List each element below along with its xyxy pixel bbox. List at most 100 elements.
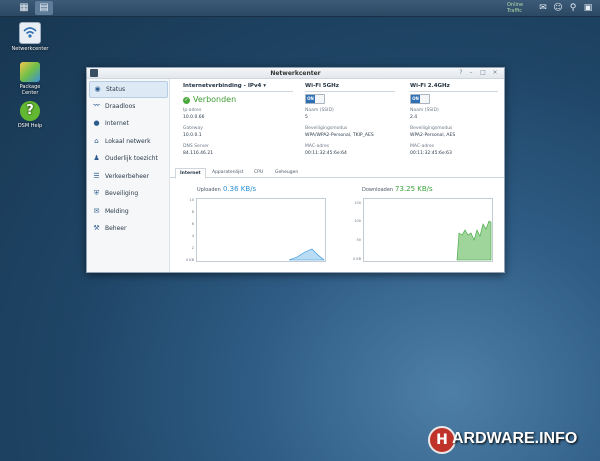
chat-icon[interactable]: ✉ xyxy=(537,1,549,15)
divider xyxy=(410,91,498,92)
upload-area xyxy=(288,248,325,261)
package-center-icon xyxy=(20,62,40,82)
taskbar: ▦ ▤ Online Traffic ✉ ☺ ⚲ ▣ xyxy=(0,0,600,17)
dns-label: DNS Server xyxy=(183,144,209,149)
sidebar-item-label: Beveiliging xyxy=(105,190,139,197)
house-icon: ⌂ xyxy=(94,136,99,145)
globe-icon: ● xyxy=(93,119,100,127)
ssid-value: 5 xyxy=(305,115,308,120)
widgets-icon[interactable]: ▣ xyxy=(582,1,594,15)
dns-value: 84.116.46.21 xyxy=(183,151,214,156)
mac-value: 00:11:32:45:6e:63 xyxy=(410,151,452,156)
sidebar-item-notification[interactable]: ✉ Melding xyxy=(89,204,166,219)
help-icon: ? xyxy=(20,101,40,121)
resource-monitor-widget[interactable]: Online Traffic xyxy=(507,2,523,14)
main-menu-icon[interactable]: ▦ xyxy=(15,1,33,15)
status-content: Internetverbinding - IPv4 ▾ ✓ Verbonden I… xyxy=(170,79,504,272)
sidebar-item-label: Melding xyxy=(105,207,129,215)
connection-status: ✓ Verbonden xyxy=(183,95,236,104)
wifi-24ghz-title: Wi-Fi 2.4GHz xyxy=(410,83,450,89)
upload-tick: 8 xyxy=(191,210,194,214)
watermark-text: ARDWARE.INFO xyxy=(452,430,578,447)
download-tick: 0 KB xyxy=(352,257,361,261)
desktop-icon-dsm-help[interactable]: ? DSM Help xyxy=(8,101,52,129)
download-graph xyxy=(363,198,493,262)
window-titlebar[interactable]: Netwerkcenter ? – □ × xyxy=(87,68,504,79)
download-tick: 150 xyxy=(354,201,361,205)
download-tick: 50 xyxy=(356,238,361,242)
status-icon: ◉ xyxy=(94,85,101,93)
mac-label: MAC-adres xyxy=(410,144,435,149)
desktop-icon-label: Netwerkcenter xyxy=(11,46,49,52)
network-center-taskbar-button[interactable]: ▤ xyxy=(35,1,53,15)
sidebar-item-security[interactable]: ⛨ Beveiliging xyxy=(89,186,166,201)
wifi-5ghz-toggle[interactable]: ON xyxy=(305,94,325,104)
tab-cpu[interactable]: CPU xyxy=(250,168,267,177)
tab-memory[interactable]: Geheugen xyxy=(271,168,302,177)
desktop-icon-network-center[interactable]: Netwerkcenter xyxy=(8,22,52,52)
window-title: Netwerkcenter xyxy=(270,70,321,77)
desktop-icon-label: Package Center xyxy=(19,84,41,96)
sidebar-item-internet[interactable]: ● Internet xyxy=(89,116,166,131)
gateway-label: Gateway xyxy=(183,126,203,131)
security-value: WPA/WPA2-Personal, TKIP_AES xyxy=(305,133,374,138)
gateway-value: 10.0.0.1 xyxy=(183,133,202,138)
download-label: Downloaden xyxy=(362,187,394,193)
sidebar-item-label: Beheer xyxy=(105,225,127,232)
divider xyxy=(305,91,395,92)
tools-icon: ⚒ xyxy=(93,224,100,232)
sidebar-item-management[interactable]: ⚒ Beheer xyxy=(89,221,166,236)
sidebar-item-label: Lokaal netwerk xyxy=(105,137,151,145)
close-icon[interactable]: × xyxy=(491,69,499,77)
maximize-icon[interactable]: □ xyxy=(479,69,487,77)
sidebar-item-local-network[interactable]: ⌂ Lokaal netwerk xyxy=(89,134,166,149)
upload-tick: 10 xyxy=(189,198,194,202)
check-icon: ✓ xyxy=(183,97,190,104)
minimize-icon[interactable]: – xyxy=(467,69,475,77)
sidebar-item-parental-control[interactable]: ♟ Ouderlijk toezicht xyxy=(89,151,166,166)
divider xyxy=(183,91,293,92)
status-line-2: Traffic xyxy=(507,8,523,14)
download-tick: 100 xyxy=(354,219,361,223)
sidebar-item-label: Ouderlijk toezicht xyxy=(105,155,158,162)
wifi-24ghz-toggle[interactable]: ON xyxy=(410,94,430,104)
sliders-icon: ☰ xyxy=(93,171,100,180)
family-icon: ♟ xyxy=(93,154,100,162)
upload-value: 0.36 KB/s xyxy=(223,185,257,193)
ip-value: 10.0.0.66 xyxy=(183,115,205,120)
download-value: 73.25 KB/s xyxy=(395,185,433,193)
shield-icon: ⛨ xyxy=(93,189,100,197)
search-icon[interactable]: ⚲ xyxy=(567,1,579,15)
tab-device-list[interactable]: Apparatenlijst xyxy=(208,168,247,177)
sidebar-item-label: Internet xyxy=(105,120,129,127)
ssid-label: Naam (SSID) xyxy=(410,108,439,113)
security-value: WPA2-Personal, AES xyxy=(410,133,456,138)
bell-icon: ✉ xyxy=(93,206,100,215)
wifi-5ghz-title: Wi-Fi 5GHz xyxy=(305,83,339,89)
mac-label: MAC-adres xyxy=(305,144,330,149)
download-area xyxy=(456,220,492,261)
sidebar-item-wireless[interactable]: ⌤ Draadloos xyxy=(89,99,166,114)
security-label: Beveiligingsmodus xyxy=(305,126,348,131)
tab-internet[interactable]: Internet xyxy=(175,168,206,179)
sidebar: ◉ Status ⌤ Draadloos ● Internet ⌂ Lokaal net… xyxy=(87,79,170,272)
mac-value: 00:11:32:45:6e:64 xyxy=(305,151,347,156)
internet-connection-selector[interactable]: Internetverbinding - IPv4 ▾ xyxy=(183,83,266,89)
upload-graph xyxy=(196,198,326,262)
sidebar-item-label: Status xyxy=(106,86,126,93)
sidebar-item-label: Verkeerbeheer xyxy=(105,172,150,180)
sidebar-item-status[interactable]: ◉ Status xyxy=(89,81,168,98)
network-center-icon xyxy=(19,22,41,44)
upload-tick: 2 xyxy=(191,246,194,250)
desktop-icon-package-center[interactable]: Package Center xyxy=(8,62,52,96)
monitor-tabs: Internet Apparatenlijst CPU Geheugen xyxy=(170,167,504,179)
user-icon[interactable]: ☺ xyxy=(552,1,564,15)
ip-label: Ip-adres xyxy=(183,108,202,113)
connection-status-text: Verbonden xyxy=(193,95,237,104)
security-label: Beveiligingsmodus xyxy=(410,126,453,131)
upload-tick: 6 xyxy=(191,222,194,226)
ssid-value: 2.4 xyxy=(410,115,418,120)
sidebar-item-traffic-control[interactable]: ☰ Verkeerbeheer xyxy=(89,169,166,184)
help-icon[interactable]: ? xyxy=(457,69,465,77)
upload-label: Uploaden xyxy=(197,187,221,193)
